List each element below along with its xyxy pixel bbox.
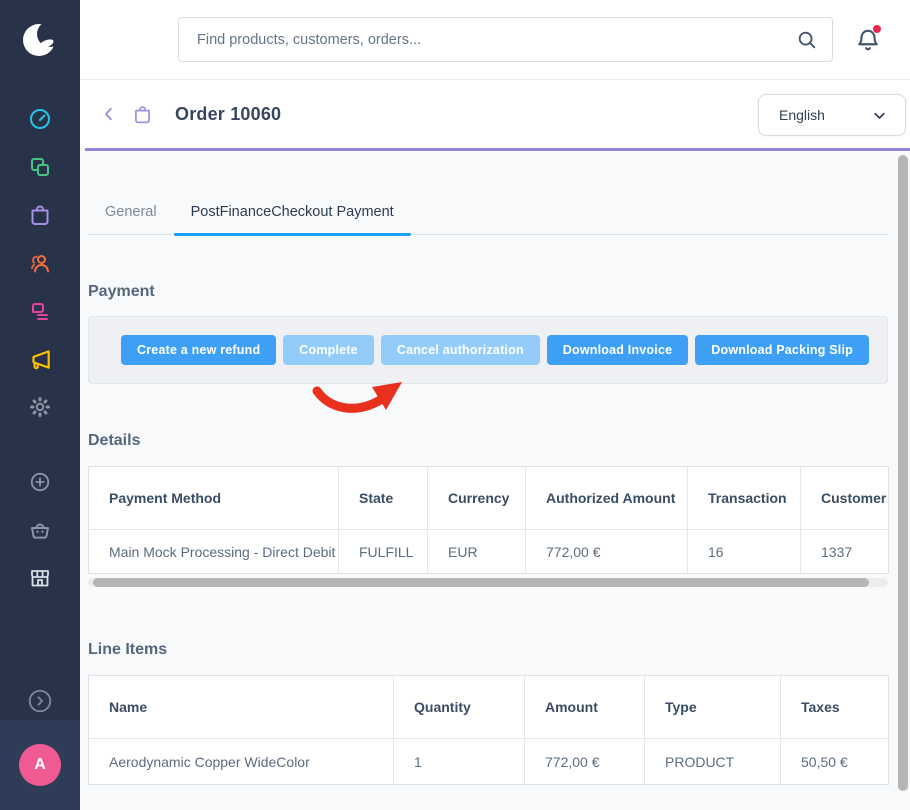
col-type: Type [645,676,781,739]
sidebar-footer: A [0,720,80,810]
col-customer: Customer [801,467,889,530]
language-select[interactable]: English [758,94,906,136]
sidebar-item-add-new[interactable] [0,458,80,506]
sidebar-item-products[interactable] [0,143,80,191]
storefront-icon [28,566,52,590]
col-transaction: Transaction [688,467,801,530]
vertical-scrollbar[interactable] [898,155,908,791]
shopping-bag-icon [28,203,52,227]
cell-payment-method: Main Mock Processing - Direct Debit [89,530,339,574]
line-items-table: Name Quantity Amount Type Taxes Aerodyna… [88,675,889,785]
sidebar-secondary-nav [0,458,80,602]
cell-transaction: 16 [688,530,801,574]
tab-bar: General PostFinanceCheckout Payment [88,194,888,235]
details-horizontal-scrollbar-track [88,578,888,587]
sidebar: A [0,0,80,810]
details-table: Payment Method State Currency Authorized… [88,466,889,574]
details-row: Main Mock Processing - Direct Debit FULF… [89,530,889,574]
megaphone-icon [27,346,53,372]
category-list-icon [28,299,52,323]
sidebar-expand[interactable] [0,688,80,714]
main-area: Order 10060 English General PostFinanceC… [80,0,910,810]
chevron-right-circle-icon [27,688,53,714]
col-name: Name [89,676,394,739]
col-quantity: Quantity [394,676,525,739]
cell-quantity: 1 [394,739,525,785]
plus-circle-icon [29,471,51,493]
details-header-row: Payment Method State Currency Authorized… [89,467,889,530]
line-items-heading: Line Items [88,641,910,659]
sidebar-item-extensions[interactable] [0,506,80,554]
col-authorized-amount: Authorized Amount [526,467,688,530]
cell-name: Aerodynamic Copper WideColor [89,739,394,785]
cell-state: FULFILL [339,530,428,574]
stacked-squares-icon [28,155,52,179]
page-title: Order 10060 [175,104,281,125]
shopping-bag-icon [132,104,153,125]
download-packing-slip-button[interactable]: Download Packing Slip [695,335,869,365]
sidebar-nav [0,95,80,431]
search-input[interactable] [197,32,796,48]
payment-heading: Payment [88,283,910,301]
sidebar-item-customers[interactable] [0,239,80,287]
notification-center[interactable] [855,26,881,54]
sidebar-item-settings[interactable] [0,383,80,431]
col-payment-method: Payment Method [89,467,339,530]
payment-actions-panel: Create a new refund Complete Cancel auth… [88,316,888,384]
sidebar-item-marketing[interactable] [0,335,80,383]
chevron-down-icon [872,108,887,123]
cell-authorized-amount: 772,00 € [526,530,688,574]
order-entity-icon-wrap [132,104,153,125]
details-horizontal-scrollbar[interactable] [93,578,869,587]
cancel-authorization-button[interactable]: Cancel authorization [381,335,540,365]
sidebar-item-orders[interactable] [0,191,80,239]
cell-amount: 772,00 € [525,739,645,785]
notification-dot [873,25,881,33]
download-invoice-button[interactable]: Download Invoice [547,335,688,365]
sidebar-item-storefront[interactable] [0,554,80,602]
create-refund-button[interactable]: Create a new refund [121,335,276,365]
magnifier-icon[interactable] [796,29,818,51]
back-button[interactable] [100,105,118,123]
sidebar-item-content[interactable] [0,287,80,335]
sidebar-item-dashboard[interactable] [0,95,80,143]
cell-type: PRODUCT [645,739,781,785]
app-window: A [0,0,910,810]
complete-button[interactable]: Complete [283,335,374,365]
col-amount: Amount [525,676,645,739]
topbar [80,0,910,80]
shopware-logo[interactable] [20,0,60,80]
language-selected-value: English [779,107,825,123]
user-avatar[interactable]: A [19,744,61,786]
col-state: State [339,467,428,530]
shopware-logo-icon [20,20,60,60]
speedometer-icon [28,107,52,131]
cell-currency: EUR [428,530,526,574]
global-search[interactable] [178,17,833,62]
col-taxes: Taxes [781,676,889,739]
chevron-left-icon [100,105,118,123]
basket-icon [28,518,52,542]
line-items-header-row: Name Quantity Amount Type Taxes [89,676,889,739]
line-item-row: Aerodynamic Copper WideColor 1 772,00 € … [89,739,889,785]
gear-icon [28,395,52,419]
col-currency: Currency [428,467,526,530]
tab-postfinancecheckout-payment[interactable]: PostFinanceCheckout Payment [174,194,411,234]
cell-taxes: 50,50 € [781,739,889,785]
tab-general[interactable]: General [88,194,174,234]
cell-customer: 1337 [801,530,889,574]
details-heading: Details [88,432,910,450]
content-area: General PostFinanceCheckout Payment Paym… [80,151,910,810]
users-icon [28,251,52,275]
